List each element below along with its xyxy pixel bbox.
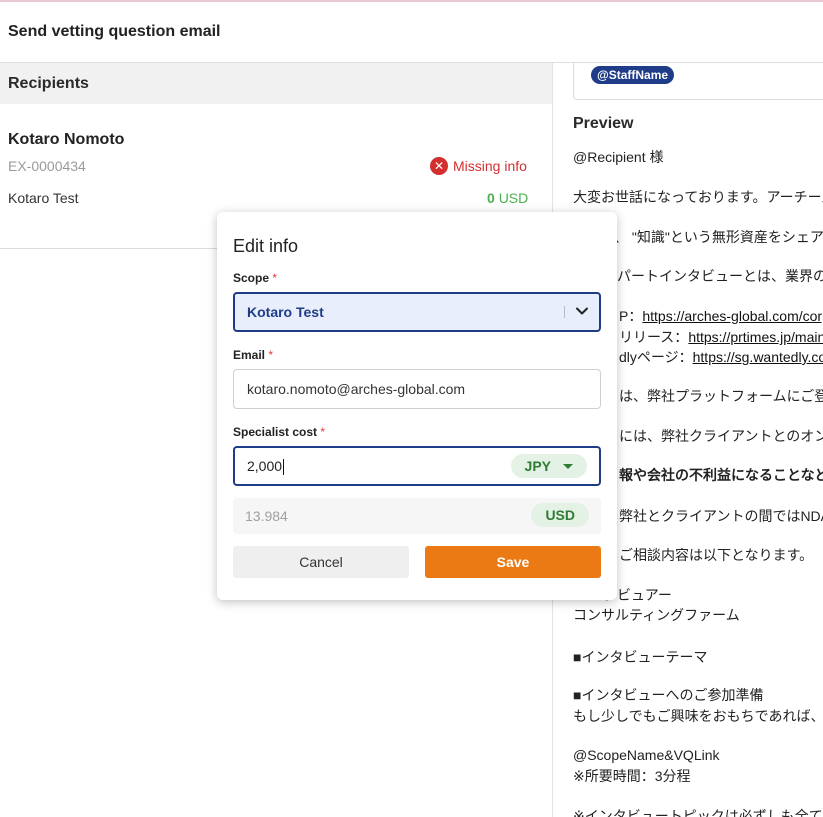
currency-jpy-label: JPY (524, 458, 551, 474)
specialist-cost-value: 2,000 (247, 458, 285, 476)
specialist-cost-input[interactable]: 2,000 JPY (233, 446, 601, 486)
missing-info-label: Missing info (453, 158, 527, 174)
converted-cost-value: 13.984 (245, 508, 288, 524)
preview-line: パートインタビューとは、業界の (617, 268, 823, 284)
required-mark: * (320, 425, 326, 439)
preview-title: Preview (573, 115, 634, 132)
preview-line: もし少しでもご興味をおもちであれば、 (573, 708, 823, 724)
recipient-cost: 0 USD (487, 190, 528, 206)
preview-line: P：https://arches-global.com/corpo (619, 306, 823, 326)
preview-line: dlyページ：https://sg.wantedly.com (619, 347, 823, 367)
dropdown-triangle-icon (563, 463, 573, 469)
preview-label: dlyページ： (619, 349, 693, 365)
recipient-scope: Kotaro Test (8, 190, 79, 206)
currency-select-jpy[interactable]: JPY (510, 454, 587, 478)
specialist-cost-label: Specialist cost * (233, 425, 325, 439)
cost-value-text: 2,000 (247, 458, 283, 474)
text-caret (283, 459, 285, 476)
preview-line: 弊社とクライアントの間ではNDA (619, 508, 823, 524)
currency-usd-badge: USD (531, 503, 589, 527)
preview-label: P： (619, 308, 643, 324)
recipients-header: Recipients (0, 63, 552, 104)
preview-label: リリース： (619, 329, 689, 345)
error-x-icon: ✕ (430, 157, 448, 175)
preview-line: 、 "知識"という無形資産をシェア (614, 229, 823, 245)
recipients-heading: Recipients (8, 75, 89, 92)
preview-line: ※所要時間：3分程 (573, 768, 691, 784)
select-divider (564, 306, 565, 318)
email-field-value: kotaro.nomoto@arches-global.com (247, 381, 466, 397)
required-mark: * (272, 271, 278, 285)
converted-cost-field: 13.984 USD (233, 498, 601, 534)
modal-title: Edit info (233, 236, 299, 256)
recipient-id: EX-0000434 (8, 158, 86, 174)
recipient-name[interactable]: Kotaro Nomoto (8, 131, 124, 149)
edit-info-modal: Edit info Scope * Kotaro Test Email * ko… (217, 212, 617, 600)
preview-line: は、弊社プラットフォームにご登 (619, 388, 823, 404)
preview-line: には、弊社クライアントとのオン (619, 428, 823, 444)
cancel-button[interactable]: Cancel (233, 546, 409, 578)
template-variables-box[interactable]: @StaffName (573, 63, 823, 100)
preview-line: 大変お世話になっております。アーチーズ (573, 189, 823, 205)
preview-line: ※インタビュートピックは必ずしも全て (573, 808, 823, 817)
email-field[interactable]: kotaro.nomoto@arches-global.com (233, 369, 601, 409)
preview-line: ■インタビューへのご参加準備 (573, 687, 764, 703)
preview-line: ■インタビューテーマ (573, 649, 708, 665)
preview-line: @ScopeName&VQLink (573, 747, 720, 763)
staffname-variable-chip[interactable]: @StaffName (591, 66, 675, 84)
preview-link[interactable]: https://prtimes.jp/main (688, 329, 823, 345)
page-title: Send vetting question email (8, 23, 221, 40)
preview-link[interactable]: https://sg.wantedly.com (693, 349, 823, 365)
chevron-down-icon[interactable] (575, 304, 589, 318)
save-button[interactable]: Save (425, 546, 601, 578)
required-mark: * (268, 348, 274, 362)
scope-select-value: Kotaro Test (247, 304, 324, 320)
scope-label: Scope * (233, 271, 277, 285)
preview-line: コンサルティングファーム (573, 607, 740, 623)
missing-info-status[interactable]: ✕ Missing info (430, 157, 527, 175)
preview-line: @Recipient 様 (573, 149, 664, 165)
page-header: Send vetting question email (0, 2, 823, 63)
email-label-text: Email (233, 348, 266, 362)
preview-line: 報や会社の不利益になることなど (619, 467, 823, 483)
specialist-cost-label-text: Specialist cost (233, 425, 318, 439)
preview-line: ご相談内容は以下となります。 (619, 547, 814, 563)
preview-link[interactable]: https://arches-global.com/corpo (642, 308, 823, 324)
scope-label-text: Scope (233, 271, 270, 285)
email-label: Email * (233, 348, 273, 362)
preview-line: リリース：https://prtimes.jp/main (619, 327, 823, 347)
currency-usd-label: USD (545, 507, 575, 523)
recipient-cost-currency: USD (498, 190, 529, 206)
recipient-cost-value: 0 (487, 190, 495, 206)
scope-select[interactable]: Kotaro Test (233, 292, 601, 332)
